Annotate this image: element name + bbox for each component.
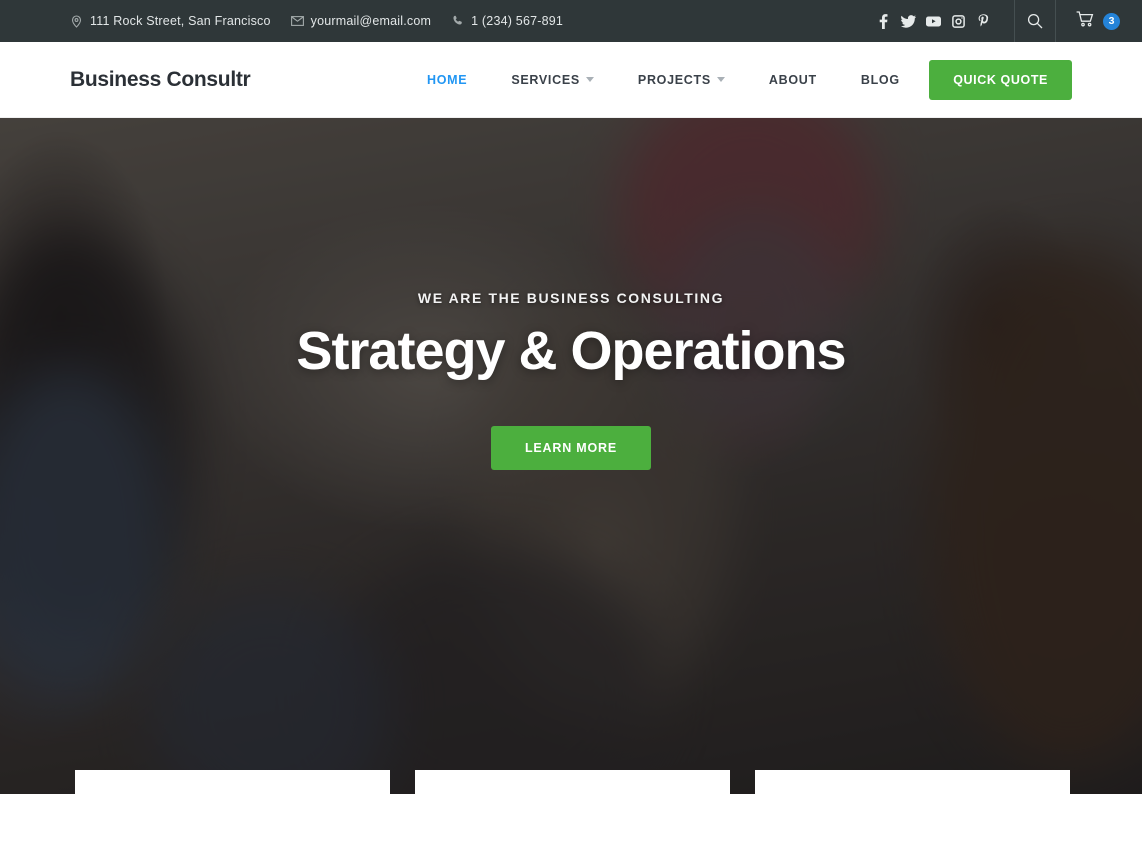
chevron-down-icon bbox=[585, 77, 594, 82]
nav-item-about[interactable]: ABOUT bbox=[747, 73, 839, 87]
topbar-address: 111 Rock Street, San Francisco bbox=[70, 14, 271, 28]
site-header: Business Consultr HOME SERVICES PROJECTS… bbox=[0, 42, 1142, 118]
nav-label-services: SERVICES bbox=[511, 72, 580, 87]
social-links bbox=[871, 6, 1014, 36]
top-bar: 111 Rock Street, San Francisco yourmail@… bbox=[0, 0, 1142, 42]
nav-item-home[interactable]: HOME bbox=[405, 73, 489, 87]
facebook-icon[interactable] bbox=[871, 6, 896, 36]
feature-card-expert-advisor[interactable]: Expert Advisor Quas aliquam provident ul… bbox=[75, 770, 390, 794]
hero-section: WE ARE THE BUSINESS CONSULTING Strategy … bbox=[0, 118, 1142, 794]
envelope-icon bbox=[290, 15, 304, 28]
cart-count-badge: 3 bbox=[1103, 12, 1120, 30]
nav-item-services[interactable]: SERVICES bbox=[489, 73, 616, 87]
site-logo[interactable]: Business Consultr bbox=[0, 68, 251, 92]
nav-label-home: HOME bbox=[427, 72, 468, 87]
map-pin-icon bbox=[70, 14, 83, 28]
topbar-phone[interactable]: 1 (234) 567-891 bbox=[451, 14, 563, 28]
phone-icon bbox=[451, 15, 464, 28]
learn-more-button[interactable]: LEARN MORE bbox=[490, 426, 652, 470]
topbar-address-text: 111 Rock Street, San Francisco bbox=[90, 14, 271, 28]
shopping-cart-icon bbox=[1076, 10, 1095, 32]
instagram-icon[interactable] bbox=[946, 6, 971, 36]
topbar-email-text: yourmail@email.com bbox=[310, 14, 432, 28]
quick-quote-button[interactable]: QUICK QUOTE bbox=[929, 59, 1072, 100]
topbar-email[interactable]: yourmail@email.com bbox=[290, 14, 432, 28]
feature-cards: Expert Advisor Quas aliquam provident ul… bbox=[75, 770, 1070, 794]
nav-label-about: ABOUT bbox=[768, 72, 817, 87]
nav-item-projects[interactable]: PROJECTS bbox=[616, 73, 747, 87]
cart-button[interactable]: 3 bbox=[1056, 0, 1142, 42]
feature-card-advanced-analysis[interactable]: Advanced Analysis Quas aliquam provident… bbox=[415, 770, 730, 794]
hero-content: WE ARE THE BUSINESS CONSULTING Strategy … bbox=[0, 290, 1142, 470]
youtube-icon[interactable] bbox=[921, 6, 946, 36]
chevron-down-icon bbox=[716, 77, 725, 82]
search-icon[interactable] bbox=[1015, 0, 1055, 42]
top-bar-contact-info: 111 Rock Street, San Francisco yourmail@… bbox=[0, 14, 563, 28]
nav-label-projects: PROJECTS bbox=[637, 72, 711, 87]
pinterest-icon[interactable] bbox=[971, 6, 996, 36]
feature-card-budget-friendly[interactable]: Budget Friendly Quas aliquam provident u… bbox=[755, 770, 1070, 794]
top-bar-actions: 3 bbox=[871, 0, 1142, 42]
topbar-phone-text: 1 (234) 567-891 bbox=[471, 14, 564, 28]
hero-title: Strategy & Operations bbox=[296, 321, 846, 381]
nav-label-blog: BLOG bbox=[860, 72, 900, 87]
hero-subtitle: WE ARE THE BUSINESS CONSULTING bbox=[417, 290, 725, 306]
twitter-icon[interactable] bbox=[896, 6, 921, 36]
nav-item-blog[interactable]: BLOG bbox=[839, 73, 922, 87]
